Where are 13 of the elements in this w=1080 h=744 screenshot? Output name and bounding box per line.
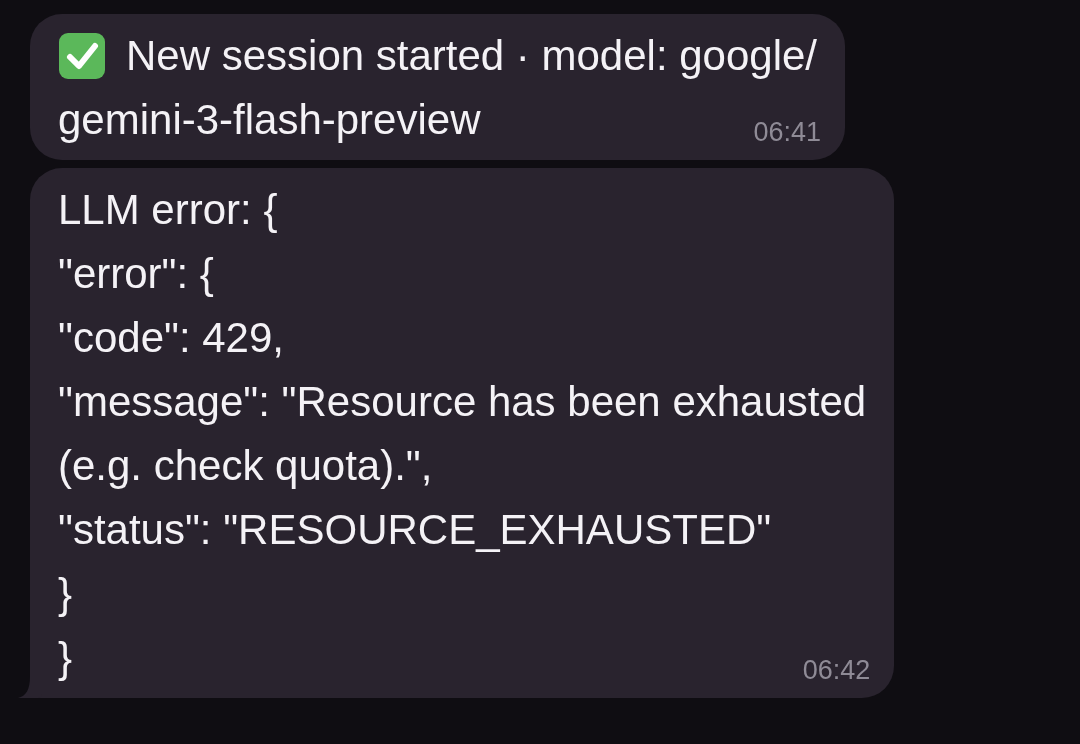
timestamp: 06:42 [801, 654, 871, 687]
message-text: gemini-3-flash-preview [58, 95, 481, 145]
message-text: (e.g. check quota).", [58, 441, 433, 491]
message-text: LLM error: { [58, 185, 278, 235]
message-text: "message": "Resource has been exhausted [58, 377, 867, 427]
message-text: "status": "RESOURCE_EXHAUSTED" [58, 505, 772, 555]
message-text: "code": 429, [58, 313, 284, 363]
timestamp: 06:41 [752, 116, 821, 149]
message-text: } [58, 569, 73, 619]
message-text: "error": { [58, 249, 214, 299]
message-text: New session started · model: google/ [126, 31, 817, 81]
message-text: } [58, 633, 73, 683]
check-icon [58, 32, 106, 80]
